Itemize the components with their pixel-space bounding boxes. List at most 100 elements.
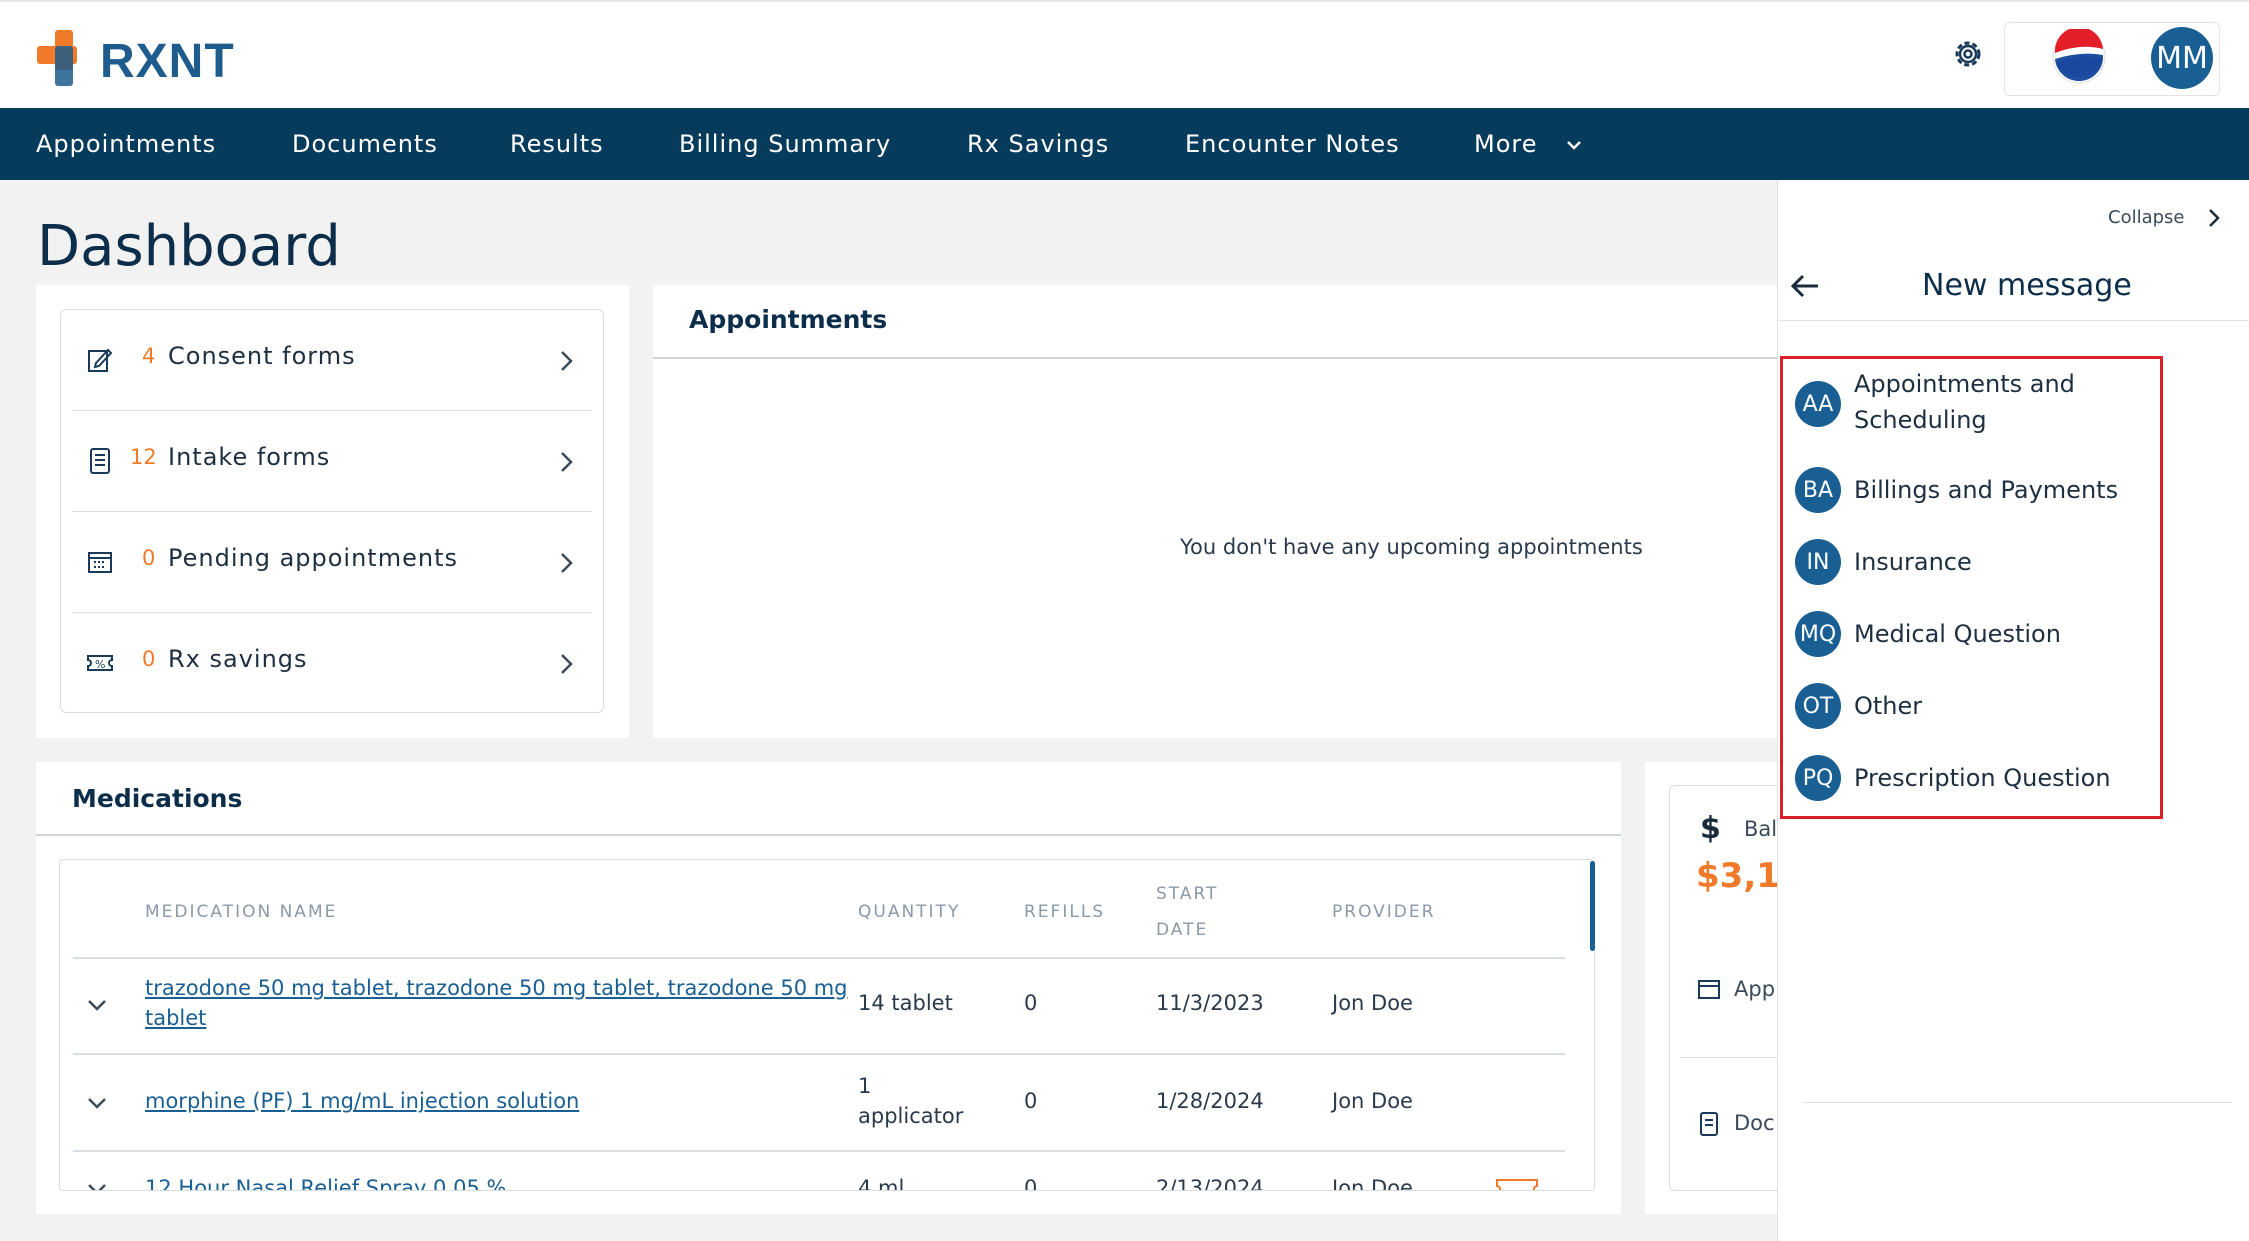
medication-quantity: 1 bbox=[858, 1074, 872, 1098]
category-badge: IN bbox=[1795, 539, 1841, 585]
nav-rx-savings[interactable]: Rx Savings bbox=[967, 108, 1109, 180]
balance-label: Bal bbox=[1744, 817, 1778, 841]
dollar-icon: $ bbox=[1700, 811, 1721, 846]
category-badge: PQ bbox=[1795, 755, 1841, 801]
column-header-start-date-line2[interactable]: DATE bbox=[1156, 920, 1208, 940]
svg-text:%: % bbox=[95, 658, 105, 671]
column-header-provider[interactable]: PROVIDER bbox=[1332, 902, 1435, 922]
savings-ticket-icon[interactable] bbox=[1495, 1178, 1539, 1191]
user-avatar[interactable]: MM bbox=[2151, 27, 2213, 89]
consent-forms-count: 4 bbox=[142, 344, 156, 368]
rx-savings-count: 0 bbox=[142, 647, 156, 671]
medication-quantity: 4 ml bbox=[858, 1176, 905, 1191]
table-header-divider bbox=[73, 957, 1565, 959]
appointments-divider bbox=[653, 357, 1783, 359]
calendar-icon bbox=[1698, 980, 1720, 999]
medication-refills: 0 bbox=[1024, 1176, 1038, 1191]
intake-forms-count: 12 bbox=[130, 445, 157, 469]
medication-quantity-cont: applicator bbox=[858, 1104, 964, 1128]
appointments-title: Appointments bbox=[689, 305, 888, 334]
medication-quantity: 14 tablet bbox=[858, 991, 953, 1015]
balance-documents-link[interactable]: Doc bbox=[1734, 1111, 1775, 1135]
medication-refills: 0 bbox=[1024, 1089, 1038, 1113]
top-header bbox=[0, 0, 2249, 108]
chevron-right-icon[interactable] bbox=[2208, 208, 2220, 228]
nav-more-label: More bbox=[1474, 130, 1538, 158]
medication-start-date: 2/13/2024 bbox=[1156, 1176, 1264, 1191]
chevron-right-icon bbox=[561, 351, 573, 371]
category-label: Other bbox=[1854, 692, 1923, 720]
document-icon bbox=[1700, 1112, 1718, 1136]
nav-results[interactable]: Results bbox=[510, 108, 604, 180]
consent-form-icon bbox=[88, 348, 113, 372]
gear-icon[interactable] bbox=[1950, 36, 1986, 72]
quick-link-consent-forms[interactable]: 4 Consent forms bbox=[72, 310, 592, 411]
quick-link-intake-forms[interactable]: 12 Intake forms bbox=[72, 411, 592, 512]
calendar-icon bbox=[88, 552, 112, 573]
back-arrow-icon[interactable] bbox=[1790, 273, 1820, 299]
logo-text[interactable]: RXNT bbox=[100, 34, 235, 89]
panel-bottom-divider bbox=[1802, 1102, 2232, 1103]
medication-refills: 0 bbox=[1024, 991, 1038, 1015]
chevron-right-icon bbox=[561, 553, 573, 573]
rx-savings-label: Rx savings bbox=[168, 645, 308, 673]
nav-more[interactable]: More bbox=[1474, 108, 1582, 180]
category-label: Appointments and Scheduling bbox=[1854, 370, 2075, 434]
table-scrollbar[interactable] bbox=[1590, 861, 1595, 951]
pending-appointments-count: 0 bbox=[142, 546, 156, 570]
savings-ticket-icon: % bbox=[87, 655, 113, 671]
main-nav: Appointments Documents Results Billing S… bbox=[0, 108, 2249, 180]
category-label: Prescription Question bbox=[1854, 764, 2111, 792]
medications-table: MEDICATION NAME QUANTITY REFILLS START D… bbox=[59, 859, 1595, 1191]
pending-appointments-label: Pending appointments bbox=[168, 544, 458, 572]
medication-start-date: 1/28/2024 bbox=[1156, 1089, 1264, 1113]
appointments-empty-message: You don't have any upcoming appointments bbox=[1180, 535, 1643, 559]
medications-divider bbox=[36, 834, 1621, 836]
column-header-quantity[interactable]: QUANTITY bbox=[858, 902, 960, 922]
medication-provider: Jon Doe bbox=[1332, 991, 1413, 1015]
chevron-down-icon[interactable] bbox=[86, 998, 108, 1012]
category-label: Insurance bbox=[1854, 548, 1972, 576]
table-row-divider bbox=[73, 1053, 1565, 1055]
chevron-down-icon[interactable] bbox=[86, 1096, 108, 1110]
medication-provider: Jon Doe bbox=[1332, 1176, 1413, 1191]
column-header-start-date-line1[interactable]: START bbox=[1156, 884, 1218, 904]
nav-documents[interactable]: Documents bbox=[292, 108, 438, 180]
nav-encounter-notes[interactable]: Encounter Notes bbox=[1185, 108, 1400, 180]
medications-title: Medications bbox=[72, 784, 243, 813]
quick-link-pending-appointments[interactable]: 0 Pending appointments bbox=[72, 512, 592, 613]
category-badge: BA bbox=[1795, 467, 1841, 513]
rxnt-logo-icon[interactable] bbox=[37, 30, 93, 86]
panel-title: New message bbox=[1922, 268, 2132, 303]
pepsi-logo-icon bbox=[2052, 29, 2106, 84]
medication-name-link[interactable]: 12 Hour Nasal Relief Spray 0.05 % bbox=[145, 1176, 506, 1190]
category-label: Billings and Payments bbox=[1854, 476, 2119, 504]
category-badge: AA bbox=[1795, 381, 1841, 427]
medication-name-link[interactable]: morphine (PF) 1 mg/mL injection solution bbox=[145, 1089, 579, 1113]
chevron-down-icon[interactable] bbox=[86, 1182, 108, 1191]
consent-forms-label: Consent forms bbox=[168, 342, 356, 370]
nav-billing-summary[interactable]: Billing Summary bbox=[679, 108, 891, 180]
appointments-card bbox=[653, 285, 1783, 738]
panel-divider bbox=[1777, 320, 2249, 321]
intake-form-icon bbox=[90, 448, 110, 474]
page-title: Dashboard bbox=[37, 214, 341, 279]
medication-provider: Jon Doe bbox=[1332, 1089, 1413, 1113]
category-badge: MQ bbox=[1795, 611, 1841, 657]
medication-name-link[interactable]: trazodone 50 mg tablet, trazodone 50 mg … bbox=[145, 976, 848, 1000]
table-row-divider bbox=[73, 1150, 1565, 1152]
nav-appointments[interactable]: Appointments bbox=[36, 108, 216, 180]
chevron-down-icon bbox=[1567, 141, 1582, 150]
category-label: Medical Question bbox=[1854, 620, 2061, 648]
intake-forms-label: Intake forms bbox=[168, 443, 331, 471]
category-badge: OT bbox=[1795, 683, 1841, 729]
medication-name-link-cont[interactable]: tablet bbox=[145, 1006, 206, 1030]
medication-start-date: 11/3/2023 bbox=[1156, 991, 1264, 1015]
column-header-medication-name[interactable]: MEDICATION NAME bbox=[145, 902, 337, 922]
collapse-label[interactable]: Collapse bbox=[2108, 207, 2185, 228]
balance-appointments-link[interactable]: App bbox=[1734, 977, 1775, 1001]
quick-link-rx-savings[interactable]: % 0 Rx savings bbox=[72, 613, 592, 714]
column-header-refills[interactable]: REFILLS bbox=[1024, 902, 1105, 922]
chevron-right-icon bbox=[561, 654, 573, 674]
chevron-right-icon bbox=[561, 452, 573, 472]
